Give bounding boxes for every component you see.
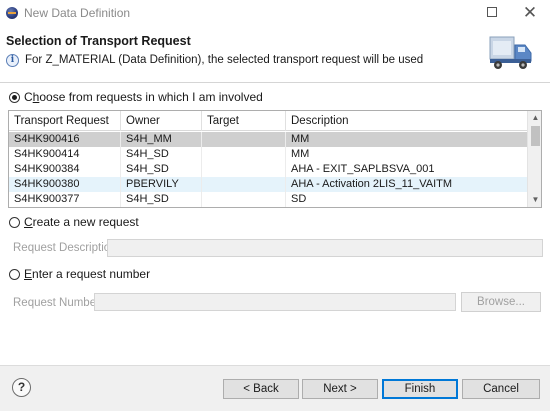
back-button[interactable]: < Back — [223, 379, 299, 399]
cell-owner: S4H_SD — [121, 147, 202, 162]
window-title: New Data Definition — [24, 6, 131, 20]
table-row[interactable]: S4HK900377 S4H_SD SD — [9, 192, 527, 207]
wizard-header: Selection of Transport Request i For Z_M… — [0, 27, 550, 83]
table-vertical-scrollbar[interactable]: ▲ ▼ — [527, 111, 541, 207]
radio-enter-label[interactable]: Enter a request number — [24, 267, 150, 281]
eclipse-app-icon — [6, 7, 18, 19]
cell-request: S4HK900380 — [9, 177, 121, 192]
next-button[interactable]: Next > — [302, 379, 378, 399]
cancel-button[interactable]: Cancel — [462, 379, 540, 399]
cell-owner: PBERVILY — [121, 177, 202, 192]
cell-target — [202, 192, 286, 207]
request-description-label: Request Description: — [13, 242, 120, 254]
browse-button[interactable]: Browse... — [461, 292, 541, 312]
table-row[interactable]: S4HK900414 S4H_SD MM — [9, 147, 527, 162]
new-data-definition-dialog: New Data Definition ✕ Selection of Trans… — [0, 0, 550, 411]
cell-request: S4HK900414 — [9, 147, 121, 162]
cell-owner: S4H_SD — [121, 192, 202, 207]
page-title: Selection of Transport Request — [6, 34, 191, 48]
truck-icon — [489, 36, 532, 69]
radio-choose-requests[interactable] — [9, 92, 20, 103]
finish-button[interactable]: Finish — [382, 379, 458, 399]
column-header-target[interactable]: Target — [202, 111, 286, 131]
radio-create-label[interactable]: Create a new request — [24, 215, 139, 229]
cell-request: S4HK900384 — [9, 162, 121, 177]
scroll-down-arrow-icon[interactable]: ▼ — [528, 193, 541, 207]
cell-request: S4HK900377 — [9, 192, 121, 207]
radio-create-request[interactable] — [9, 217, 20, 228]
cell-target — [202, 132, 286, 147]
cell-description: AHA - EXIT_SAPLBSVA_001 — [291, 163, 435, 175]
request-description-field[interactable] — [107, 239, 543, 257]
cell-description: MM — [291, 148, 310, 160]
scrollbar-thumb[interactable] — [531, 126, 540, 146]
cell-request: S4HK900416 — [9, 132, 121, 147]
close-icon[interactable]: ✕ — [519, 3, 541, 23]
cell-description: AHA - Activation 2LIS_11_VAITM — [291, 178, 453, 190]
cell-target — [202, 162, 286, 177]
table-row[interactable]: S4HK900416 S4H_MM MM — [9, 132, 527, 147]
info-icon: i — [6, 54, 19, 67]
request-number-field[interactable] — [94, 293, 456, 311]
maximize-icon[interactable] — [481, 3, 503, 23]
wizard-footer: ? < Back Next > Finish Cancel — [0, 365, 550, 411]
cell-owner: S4H_MM — [121, 132, 202, 147]
column-header-owner[interactable]: Owner — [121, 111, 202, 131]
column-header-transport-request[interactable]: Transport Request — [9, 111, 121, 131]
cell-description: SD — [291, 193, 307, 205]
radio-enter-number[interactable] — [9, 269, 20, 280]
scroll-up-arrow-icon[interactable]: ▲ — [528, 111, 541, 125]
transport-request-table[interactable]: Transport Request Owner Target Descripti… — [8, 110, 542, 208]
table-header: Transport Request Owner Target Descripti… — [9, 111, 527, 131]
help-icon[interactable]: ? — [12, 378, 31, 397]
table-row[interactable]: S4HK900380 PBERVILY AHA - Activation 2LI… — [9, 177, 527, 192]
title-bar: New Data Definition ✕ — [0, 0, 550, 27]
cell-description: MM — [291, 133, 310, 145]
radio-choose-label[interactable]: Choose from requests in which I am invol… — [24, 90, 263, 104]
cell-owner: S4H_SD — [121, 162, 202, 177]
request-number-label: Request Number: — [13, 297, 104, 309]
cell-target — [202, 147, 286, 162]
table-row[interactable]: S4HK900384 S4H_SD AHA - EXIT_SAPLBSVA_00… — [9, 162, 527, 177]
column-header-description[interactable]: Description — [286, 111, 527, 131]
header-message: For Z_MATERIAL (Data Definition), the se… — [25, 54, 424, 66]
cell-target — [202, 177, 286, 192]
